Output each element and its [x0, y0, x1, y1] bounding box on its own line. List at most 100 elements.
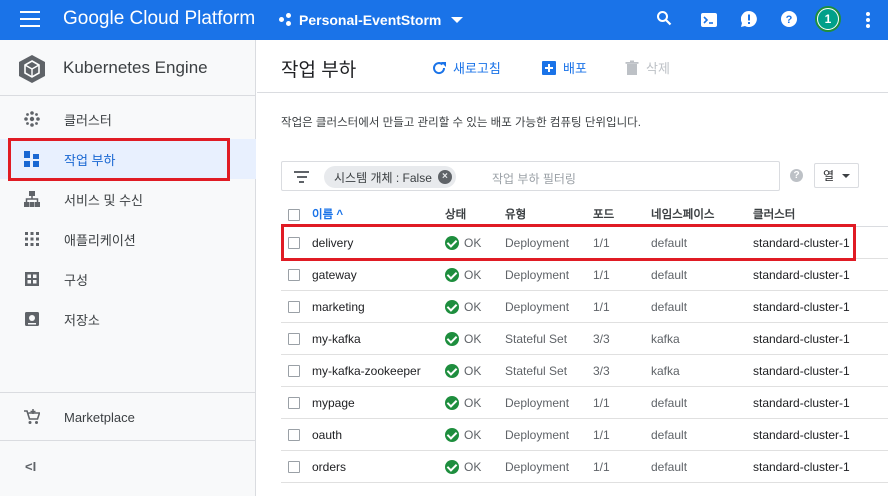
sidebar-item-storage[interactable]: 저장소 [0, 299, 256, 339]
svg-text:?: ? [786, 14, 793, 26]
project-selector[interactable]: Personal-EventStorm [279, 9, 464, 31]
menu-icon[interactable] [20, 11, 40, 27]
status-text: OK [464, 364, 482, 378]
select-all-checkbox[interactable] [288, 209, 300, 221]
status-cell: OK [445, 419, 481, 451]
page-description: 작업은 클러스터에서 만들고 관리할 수 있는 배포 가능한 컴퓨팅 단위입니다… [281, 117, 641, 129]
cluster-link[interactable]: standard-cluster-1 [753, 419, 850, 451]
check-circle-icon [445, 428, 459, 442]
table-row[interactable]: my-kafka OK Stateful Set 3/3 kafka standard-c… [281, 323, 888, 355]
row-checkbox[interactable] [288, 333, 300, 345]
pods-cell: 1/1 [593, 428, 610, 442]
workload-name-link[interactable]: gateway [312, 259, 357, 291]
cluster-link[interactable]: standard-cluster-1 [753, 387, 850, 419]
sidebar-item-marketplace[interactable]: Marketplace [0, 397, 256, 437]
workload-name-link[interactable]: oauth [312, 419, 342, 451]
sidebar-item-clusters[interactable]: 클러스터 [0, 99, 256, 139]
check-circle-icon [445, 332, 459, 346]
collapse-sidebar-button[interactable]: <I [0, 446, 256, 486]
columns-button[interactable]: 열 [814, 163, 859, 188]
refresh-label: 새로고침 [453, 61, 501, 76]
namespace-link[interactable]: default [651, 291, 687, 323]
project-icon [279, 13, 293, 27]
help-icon[interactable]: ? [780, 10, 798, 28]
namespace-link[interactable]: kafka [651, 323, 680, 355]
check-circle-icon [445, 364, 459, 378]
delete-button[interactable]: 삭제 [624, 58, 670, 77]
sidebar-item-configuration[interactable]: 구성 [0, 259, 256, 299]
filter-bar[interactable]: 시스템 개체 : False × 작업 부하 필터링 [281, 161, 780, 191]
namespace-link[interactable]: default [651, 419, 687, 451]
workload-name-link[interactable]: my-kafka [312, 323, 361, 355]
type-cell: Stateful Set [505, 332, 568, 346]
cluster-link[interactable]: standard-cluster-1 [753, 355, 850, 387]
type-cell: Deployment [505, 268, 570, 282]
deploy-button[interactable]: 배포 [541, 58, 587, 77]
pods-cell: 1/1 [593, 460, 610, 474]
sidebar-item-label: 클러스터 [64, 112, 112, 128]
cluster-link[interactable]: standard-cluster-1 [753, 451, 850, 483]
delete-label: 삭제 [646, 61, 670, 76]
sidebar-item-applications[interactable]: 애플리케이션 [0, 219, 256, 259]
search-icon[interactable] [655, 9, 673, 27]
check-circle-icon [445, 300, 459, 314]
type-cell: Stateful Set [505, 364, 568, 378]
trash-icon [625, 60, 639, 75]
brand-title[interactable]: Google Cloud Platform [63, 8, 255, 30]
check-circle-icon [445, 460, 459, 474]
avatar[interactable]: 1 [815, 6, 841, 32]
status-text: OK [464, 428, 482, 442]
project-name: Personal-EventStorm [299, 12, 442, 28]
main-content: 작업 부하 새로고침 배포 삭제 작업은 클러스터에서 만들고 관리할 수 있는… [257, 40, 888, 496]
annotation-highlight-delivery-row [281, 224, 856, 261]
workload-name-link[interactable]: mypage [312, 387, 355, 419]
refresh-button[interactable]: 새로고침 [431, 58, 501, 77]
row-checkbox[interactable] [288, 269, 300, 281]
pods-cell: 3/3 [593, 364, 610, 378]
sidebar-item-label: 저장소 [64, 312, 100, 328]
table-row[interactable]: my-kafka-zookeeper OK Stateful Set 3/3 kafka… [281, 355, 888, 387]
more-vert-icon[interactable] [859, 11, 877, 29]
chip-remove-icon[interactable]: × [437, 170, 452, 184]
top-app-bar: Google Cloud Platform Personal-EventStor… [0, 0, 888, 40]
table-row[interactable]: mypage OK Deployment 1/1 default standard-clu… [281, 387, 888, 419]
status-text: OK [464, 268, 482, 282]
table-row[interactable]: orders OK Deployment 1/1 default standard-clu… [281, 451, 888, 483]
type-cell: Deployment [505, 428, 570, 442]
add-box-icon [542, 60, 556, 75]
status-cell: OK [445, 387, 481, 419]
cluster-link[interactable]: standard-cluster-1 [753, 323, 850, 355]
table-row[interactable]: marketing OK Deployment 1/1 default standard-… [281, 291, 888, 323]
namespace-link[interactable]: default [651, 387, 687, 419]
row-checkbox[interactable] [288, 365, 300, 377]
notifications-icon[interactable] [740, 10, 758, 28]
sidebar-item-label: Marketplace [64, 409, 135, 425]
type-cell: Deployment [505, 300, 570, 314]
sidebar-divider [0, 440, 256, 441]
cloud-shell-icon[interactable] [700, 11, 718, 29]
table-row[interactable]: gateway OK Deployment 1/1 default standard-cl… [281, 259, 888, 291]
namespace-link[interactable]: default [651, 259, 687, 291]
row-checkbox[interactable] [288, 301, 300, 313]
cluster-link[interactable]: standard-cluster-1 [753, 259, 850, 291]
status-text: OK [464, 460, 482, 474]
filter-chip[interactable]: 시스템 개체 : False × [324, 166, 456, 188]
dropdown-caret-icon [842, 173, 851, 178]
namespace-link[interactable]: kafka [651, 355, 680, 387]
namespace-link[interactable]: default [651, 451, 687, 483]
cluster-link[interactable]: standard-cluster-1 [753, 291, 850, 323]
product-name: Kubernetes Engine [63, 58, 208, 77]
sidebar-item-services[interactable]: 서비스 및 수신 [0, 179, 256, 219]
table-row[interactable]: oauth OK Deployment 1/1 default standard-clus… [281, 419, 888, 451]
sidebar-item-label: 서비스 및 수신 [64, 192, 143, 208]
row-checkbox[interactable] [288, 429, 300, 441]
status-cell: OK [445, 259, 481, 291]
row-checkbox[interactable] [288, 397, 300, 409]
filter-list-icon [294, 171, 309, 183]
workload-name-link[interactable]: marketing [312, 291, 365, 323]
workload-name-link[interactable]: my-kafka-zookeeper [312, 355, 421, 387]
row-checkbox[interactable] [288, 461, 300, 473]
check-circle-icon [445, 396, 459, 410]
help-circle-icon[interactable]: ? [790, 169, 803, 182]
workload-name-link[interactable]: orders [312, 451, 346, 483]
